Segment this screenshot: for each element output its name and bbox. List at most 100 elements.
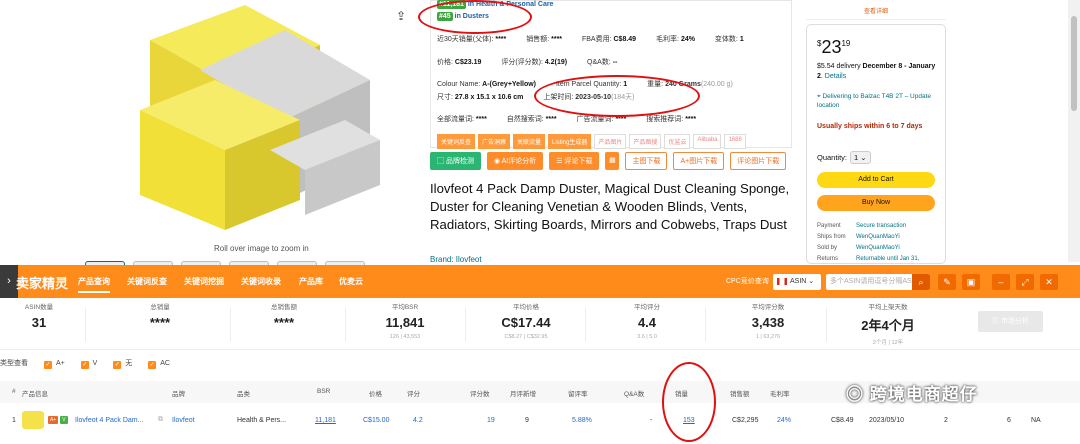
brand-link[interactable]: Brand: Ilovfeot <box>430 255 482 264</box>
stat-avg-bsr: 平均BSR 11,841 126 | 43,553 <box>385 304 425 340</box>
col-revenue[interactable]: 销售额 <box>730 388 750 398</box>
minimize-icon[interactable]: – <box>992 274 1010 290</box>
col-margin[interactable]: 毛利率 <box>770 388 790 398</box>
sellers-cell: 6 <box>1007 417 1011 424</box>
delivery-location[interactable]: ⌖ Delivering to Balzac T4B 2T – Update l… <box>817 92 939 110</box>
tag-listing-generator[interactable]: Listing生成器 <box>548 134 592 149</box>
sales-row: 近30天销量(父体): **** 销售额: **** FBA费用: C$8.49… <box>437 36 744 43</box>
brand-check-button[interactable]: ▢ 品牌检测 <box>430 152 481 170</box>
tag-keyword-reverse[interactable]: 关键词反查 <box>437 134 476 149</box>
col-rating[interactable]: 评分 <box>407 388 420 398</box>
copy-icon[interactable]: ⧉ <box>158 416 163 424</box>
delivery-info: $5.54 delivery December 8 - January 2. D… <box>817 63 936 80</box>
col-monthly-new[interactable]: 月评新增 <box>510 388 536 398</box>
nav-youmaiyun[interactable]: 优麦云 <box>339 276 363 287</box>
plugin-toolbar: › 卖家精灵 产品查询 关键词反查 关键词挖掘 关键词收录 产品库 优麦云 CP… <box>0 265 1080 298</box>
col-ratings-count[interactable]: 评分数 <box>470 388 490 398</box>
brand-cell[interactable]: Ilovfeot <box>172 417 195 424</box>
keyword-row: 全部流量词: **** 自然搜索词: **** 广告流量词: **** 搜索推荐… <box>437 116 697 123</box>
nav-product-query[interactable]: 产品查询 <box>78 276 110 293</box>
col-product-info: 产品信息 <box>22 391 48 398</box>
delivery-details-link[interactable]: Details <box>825 73 846 80</box>
review-rate-cell[interactable]: 5.88% <box>572 417 592 424</box>
annotation-circle <box>662 362 716 442</box>
marketplace-select[interactable]: ASIN ⌄ <box>773 274 821 290</box>
price: $2319 <box>817 37 851 57</box>
search-icon[interactable]: ⌕ <box>912 274 930 290</box>
watermark: ◎ 跨境电商超仔 <box>846 385 978 404</box>
market-analysis-button[interactable]: ▥ 市场分析 <box>978 311 1043 332</box>
tag-alibaba[interactable]: Alibaba <box>693 134 722 149</box>
nav-keyword-index[interactable]: 关键词收录 <box>241 276 281 287</box>
product-name-link[interactable]: Ilovfeot 4 Pack Dam... <box>75 417 143 424</box>
stat-avg-rating: 平均评分 4.4 3.6 | 5.0 <box>634 304 660 340</box>
shipping-note: Usually ships within 6 to 7 days <box>817 123 923 130</box>
review-download-button[interactable]: ☰ 评论下载 <box>549 152 600 170</box>
expand-icon[interactable]: ⤢ <box>1016 274 1034 290</box>
col-brand: 品牌 <box>172 391 185 398</box>
tool-tags: 关键词反查 广告洞察 关联流量 Listing生成器 产品图片 产品图搜 优鲨云… <box>437 134 746 149</box>
type-filters: 类型查看 ✓ A+ ✓ V ✓ 无 ✓ AC <box>0 360 170 369</box>
product-image[interactable] <box>0 0 410 262</box>
col-price[interactable]: 价格 <box>369 388 382 398</box>
tag-related-traffic[interactable]: 关联流量 <box>513 134 546 149</box>
filter-label: 类型查看 <box>0 360 28 367</box>
tag-1688[interactable]: 1688 <box>724 134 746 149</box>
buy-now-button[interactable]: Buy Now <box>817 195 935 211</box>
main-image-download-button[interactable]: 主图下载 <box>625 152 668 170</box>
page-scrollbar[interactable] <box>1068 0 1080 262</box>
seller-meta: Payment Secure transaction Ships from WenQ… <box>817 223 920 262</box>
bsr-cell[interactable]: 11,181 <box>315 417 336 424</box>
revenue-cell: C$2,295 <box>732 417 759 424</box>
panel-icon[interactable]: ▣ <box>962 274 980 290</box>
nav-keyword-mining[interactable]: 关键词挖掘 <box>184 276 224 287</box>
product-title: Ilovfeot 4 Pack Damp Duster, Magical Dus… <box>430 181 790 232</box>
aplus-download-button[interactable]: A+图片下载 <box>673 152 725 170</box>
tag-product-images[interactable]: 产品图片 <box>594 134 627 149</box>
filter-checkbox-none[interactable]: ✓ <box>113 361 122 369</box>
col-review-rate[interactable]: 留评率 <box>568 388 588 398</box>
review-image-download-button[interactable]: 评论图片下载 <box>730 152 787 170</box>
plugin-brand: 卖家精灵 <box>16 276 69 291</box>
calculator-icon[interactable]: ▦ <box>605 152 620 170</box>
product-thumbnail[interactable] <box>22 411 44 429</box>
filter-checkbox-aplus[interactable]: ✓ <box>43 361 52 369</box>
tool-buttons: ▢ 品牌检测 ◉ AI评论分析 ☰ 评论下载 ▦ 主图下载 A+图片下载 评论图… <box>430 152 787 170</box>
stat-avg-price: 平均价格 C$17.44 C$8.27 | C$32.95 <box>501 304 551 340</box>
qa-cell: - <box>650 417 653 424</box>
margin-cell[interactable]: 24% <box>777 417 791 424</box>
stat-avg-listing-age: 平均上架天数 2年4个月 2个月 | 12年 <box>861 304 915 346</box>
annotation-circle <box>534 75 700 117</box>
buy-box: $2319 $5.54 delivery December 8 - Januar… <box>806 24 946 264</box>
stat-total-revenue: 总销售额 **** <box>271 304 297 330</box>
rating-cell[interactable]: 4.2 <box>413 417 423 424</box>
cpc-query-link[interactable]: CPC竞价查询 <box>726 276 769 286</box>
ai-review-button[interactable]: ◉ AI评论分析 <box>486 152 544 170</box>
col-category: 品类 <box>237 391 250 398</box>
nav-keyword-reverse[interactable]: 关键词反查 <box>127 276 167 287</box>
table-row[interactable]: 1 A+ V Ilovfeot 4 Pack Dam... ⧉ Ilovfeot… <box>0 408 1080 434</box>
ratings-count-cell[interactable]: 19 <box>487 417 495 424</box>
col-bsr[interactable]: BSR <box>317 388 330 395</box>
tag-ad-insight[interactable]: 广告洞察 <box>478 134 511 149</box>
add-to-cart-button[interactable]: Add to Cart <box>817 172 935 188</box>
fba-cell: C$8.49 <box>831 417 854 424</box>
tag-youshayun[interactable]: 优鲨云 <box>664 134 691 149</box>
filter-checkbox-v[interactable]: ✓ <box>80 361 89 369</box>
col-qa[interactable]: Q&A数 <box>624 388 644 398</box>
share-icon[interactable]: ⇪ <box>396 9 406 23</box>
nav-product-library[interactable]: 产品库 <box>299 276 323 287</box>
listing-date-cell: 2023/05/10 <box>869 417 905 424</box>
annotation-circle <box>418 0 532 34</box>
col-index: # <box>12 388 16 395</box>
variants-cell: 2 <box>944 417 948 424</box>
price-cell[interactable]: C$15.00 <box>363 417 389 424</box>
close-icon[interactable]: ✕ <box>1040 274 1058 290</box>
price-row: 价格: C$23.19 评分(评分数): 4.2(19) Q&A数: -- <box>437 59 618 66</box>
tag-image-search[interactable]: 产品图搜 <box>629 134 662 149</box>
filter-checkbox-ac[interactable]: ✓ <box>148 361 157 369</box>
zoom-hint: Roll over image to zoom in <box>214 244 309 253</box>
quantity-select[interactable]: 1 ⌄ <box>850 151 871 164</box>
view-details-link[interactable]: 查看详细 <box>806 6 946 20</box>
notification-icon[interactable]: ✎ <box>938 274 956 290</box>
